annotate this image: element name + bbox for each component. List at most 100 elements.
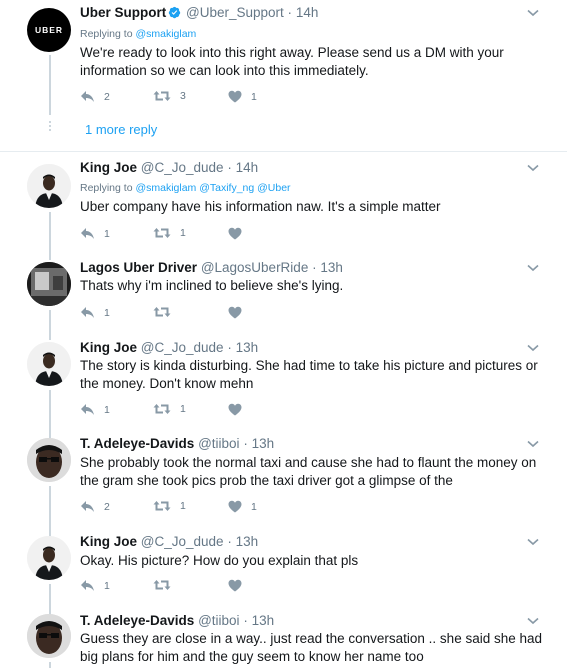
heart-icon: [228, 579, 242, 592]
tweet-text: Thats why i'm inclined to believe she's …: [80, 278, 344, 293]
person-photo: [27, 164, 71, 208]
verified-badge-icon: [169, 6, 181, 19]
timestamp[interactable]: 13h: [236, 534, 259, 549]
like-count: 1: [251, 500, 257, 513]
handle[interactable]: @C_Jo_dude: [141, 340, 224, 355]
display-name[interactable]: King Joe: [80, 340, 137, 355]
chevron-down-icon[interactable]: [527, 617, 539, 625]
display-name[interactable]: Lagos Uber Driver: [80, 260, 197, 275]
uber-logo: UBER: [34, 25, 64, 35]
retweet-icon: [153, 228, 171, 238]
reply-button[interactable]: 1: [80, 306, 110, 319]
person-photo: [27, 342, 71, 386]
retweet-button[interactable]: [153, 306, 180, 318]
avatar[interactable]: [27, 262, 71, 306]
chevron-down-icon[interactable]: [527, 9, 539, 17]
replying-label: Replying to: [80, 182, 133, 194]
display-name[interactable]: King Joe: [80, 160, 137, 175]
reply-icon: [81, 580, 94, 591]
display-name[interactable]: T. Adeleye-Davids: [80, 613, 194, 628]
avatar[interactable]: [27, 342, 71, 386]
reply-icon: [81, 501, 94, 512]
tweet-actions: 1 1: [80, 403, 380, 419]
handle[interactable]: @Uber_Support: [186, 5, 284, 20]
reply-button[interactable]: 1: [80, 579, 110, 592]
separator-dot: ·: [287, 5, 293, 20]
timestamp[interactable]: 13h: [236, 340, 259, 355]
avatar[interactable]: UBER: [27, 8, 71, 52]
reply-button[interactable]: 1: [80, 227, 110, 240]
reply-icon: [81, 228, 94, 239]
timestamp[interactable]: 13h: [252, 613, 275, 628]
chevron-down-icon[interactable]: [527, 440, 539, 448]
chevron-down-icon[interactable]: [527, 538, 539, 546]
thread-line: [49, 662, 51, 668]
mention-link[interactable]: @smakiglam @Taxify_ng @Uber: [135, 182, 290, 194]
avatar[interactable]: [27, 536, 71, 580]
timestamp[interactable]: 13h: [252, 436, 275, 451]
chevron-down-icon[interactable]: [527, 164, 539, 172]
person-photo: [27, 536, 71, 580]
retweet-button[interactable]: 1: [153, 500, 186, 512]
reply-button[interactable]: 1: [80, 403, 110, 416]
thread-dots: [49, 121, 51, 131]
tweet-t-adeleye-davids[interactable]: T. Adeleye-Davids @tiiboi · 13h Guess th…: [0, 608, 567, 668]
reply-count: 1: [104, 579, 110, 592]
handle[interactable]: @tiiboi: [198, 436, 239, 451]
mention-link[interactable]: @smakiglam: [135, 28, 196, 40]
retweet-button[interactable]: 1: [153, 227, 186, 239]
handle[interactable]: @C_Jo_dude: [141, 160, 224, 175]
avatar[interactable]: [27, 614, 71, 658]
like-button[interactable]: [228, 579, 251, 592]
tweet-lagos-uber-driver[interactable]: Lagos Uber Driver @LagosUberRide · 13h T…: [0, 252, 567, 340]
timestamp[interactable]: 14h: [236, 160, 259, 175]
reply-button[interactable]: 2: [80, 90, 110, 103]
reply-count: 1: [104, 227, 110, 240]
heart-icon: [228, 500, 242, 513]
display-name[interactable]: T. Adeleye-Davids: [80, 436, 194, 451]
more-replies-link[interactable]: 1 more reply: [85, 122, 157, 137]
separator-dot: ·: [227, 340, 232, 355]
tweet-header: T. Adeleye-Davids @tiiboi · 13h: [80, 613, 274, 628]
separator-dot: ·: [227, 160, 232, 175]
tweet-header: Uber Support @Uber_Support · 14h: [80, 5, 318, 20]
handle[interactable]: @tiiboi: [198, 613, 239, 628]
replying-label: Replying to: [80, 28, 133, 40]
driver-photo: [27, 262, 71, 306]
chevron-down-icon[interactable]: [527, 344, 539, 352]
tweet-text: The story is kinda disturbing. She had t…: [80, 358, 538, 391]
like-button[interactable]: [228, 227, 251, 240]
retweet-button[interactable]: 1: [153, 403, 186, 415]
like-button[interactable]: [228, 403, 251, 416]
reply-count: 1: [104, 306, 110, 319]
timestamp[interactable]: 14h: [296, 5, 319, 20]
handle[interactable]: @LagosUberRide: [201, 260, 309, 275]
tweet-king-joe[interactable]: King Joe @C_Jo_dude · 13h The story is k…: [0, 332, 567, 438]
avatar[interactable]: [27, 164, 71, 208]
like-button[interactable]: 1: [228, 500, 257, 513]
tweet-uber-support[interactable]: UBER Uber Support @Uber_Support · 14h Re…: [0, 0, 567, 152]
retweet-count: 1: [180, 227, 186, 239]
tweet-king-joe[interactable]: King Joe @C_Jo_dude · 14h Replying to @s…: [0, 152, 567, 260]
retweet-icon: [153, 91, 171, 101]
chevron-down-icon[interactable]: [527, 264, 539, 272]
tweet-t-adeleye-davids[interactable]: T. Adeleye-Davids @tiiboi · 13h She prob…: [0, 430, 567, 538]
like-button[interactable]: 1: [228, 90, 257, 103]
retweet-button[interactable]: 3: [153, 90, 186, 102]
tweet-king-joe[interactable]: King Joe @C_Jo_dude · 13h Okay. His pict…: [0, 528, 567, 618]
retweet-button[interactable]: [153, 579, 180, 591]
display-name[interactable]: Uber Support: [80, 5, 166, 20]
reply-count: 1: [104, 403, 110, 416]
avatar[interactable]: [27, 438, 71, 482]
handle[interactable]: @C_Jo_dude: [141, 534, 224, 549]
tweet-text: Guess they are close in a way.. just rea…: [80, 631, 543, 664]
retweet-count: 1: [180, 500, 186, 512]
display-name[interactable]: King Joe: [80, 534, 137, 549]
reply-button[interactable]: 2: [80, 500, 110, 513]
reply-icon: [81, 307, 94, 318]
like-count: 1: [251, 90, 257, 103]
timestamp[interactable]: 13h: [320, 260, 343, 275]
tweet-text: Uber company have his information naw. I…: [80, 199, 441, 214]
tweet-header: King Joe @C_Jo_dude · 14h: [80, 160, 258, 175]
like-button[interactable]: [228, 306, 251, 319]
